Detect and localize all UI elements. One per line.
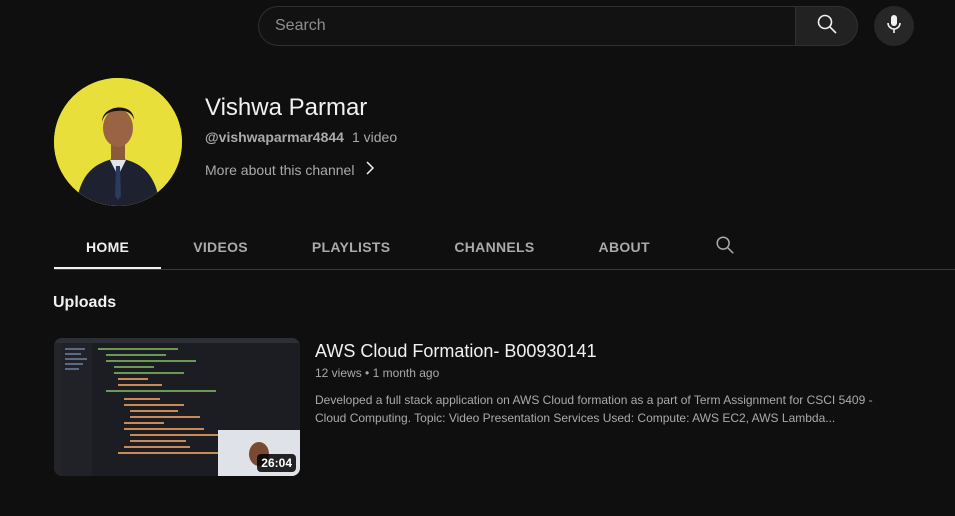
- chevron-right-icon: [362, 160, 378, 179]
- tab-playlists[interactable]: PLAYLISTS: [280, 226, 422, 268]
- channel-avatar: [54, 78, 182, 206]
- microphone-icon: [882, 12, 906, 41]
- video-age: 1 month ago: [372, 366, 440, 380]
- uploads-heading: Uploads: [53, 294, 117, 311]
- search-button[interactable]: [795, 6, 858, 46]
- search-bar: [258, 6, 858, 46]
- video-title[interactable]: AWS Cloud Formation- B00930141: [315, 341, 596, 362]
- video-count: 1 video: [351, 129, 398, 145]
- channel-meta: @vishwaparmar4844 1 video: [205, 129, 397, 145]
- tab-channels[interactable]: CHANNELS: [422, 226, 566, 268]
- search-input[interactable]: [258, 6, 795, 46]
- video-meta: 12 views • 1 month ago: [315, 366, 440, 380]
- tab-about[interactable]: ABOUT: [567, 226, 682, 268]
- tab-videos[interactable]: VIDEOS: [161, 226, 280, 268]
- channel-name: Vishwa Parmar: [205, 94, 368, 121]
- video-duration: 26:04: [257, 454, 296, 472]
- search-icon: [815, 12, 839, 41]
- search-icon: [714, 234, 736, 259]
- tabs-divider: [54, 269, 955, 270]
- more-about-label: More about this channel: [205, 161, 355, 178]
- channel-tabs: HOME VIDEOS PLAYLISTS CHANNELS ABOUT: [54, 226, 764, 270]
- video-description: Developed a full stack application on AW…: [315, 393, 873, 425]
- tab-home[interactable]: HOME: [54, 226, 162, 270]
- channel-search-button[interactable]: [682, 226, 764, 266]
- video-thumbnail[interactable]: 26:04: [54, 338, 300, 476]
- video-views: 12 views: [315, 366, 362, 380]
- more-about-link[interactable]: More about this channel: [205, 160, 378, 179]
- channel-handle: @vishwaparmar4844: [205, 129, 344, 145]
- voice-search-button[interactable]: [874, 6, 914, 46]
